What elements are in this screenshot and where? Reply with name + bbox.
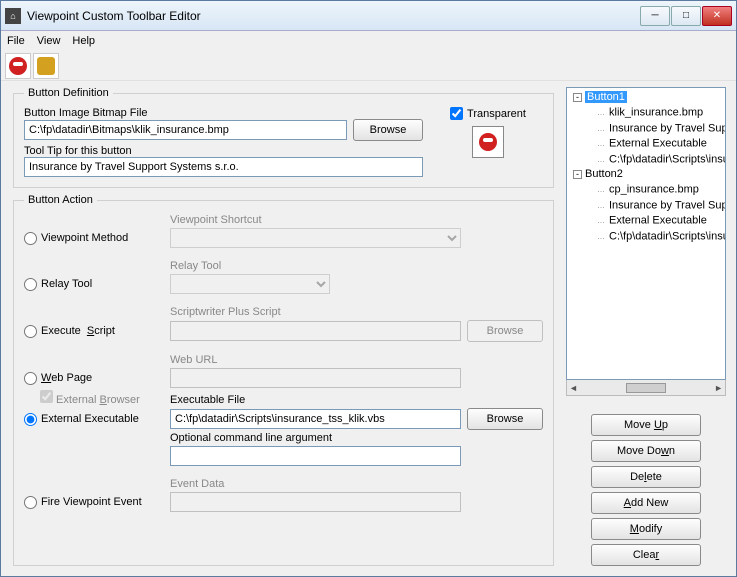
left-pane: Button Definition Button Image Bitmap Fi… (11, 87, 556, 566)
radio-relay-tool[interactable]: Relay Tool (24, 278, 164, 291)
app-window: ⌂ Viewpoint Custom Toolbar Editor ─ □ ✕ … (0, 0, 737, 577)
gold-flower-icon (37, 57, 55, 75)
add-new-button[interactable]: Add New (591, 492, 701, 514)
right-pane: -Button1klik_insurance.bmpInsurance by T… (566, 87, 726, 566)
clear-button[interactable]: Clear (591, 544, 701, 566)
event-data-label: Event Data (170, 478, 461, 490)
tree-leaf[interactable]: cp_insurance.bmp (569, 182, 723, 197)
minimize-button[interactable]: ─ (640, 6, 670, 26)
tree-leaf[interactable]: C:\fp\datadir\Scripts\insurance_tss_klik… (569, 229, 723, 244)
optional-arg-input[interactable] (170, 446, 461, 466)
web-url-label: Web URL (170, 354, 461, 366)
tree-node[interactable]: -Button1 (569, 90, 723, 105)
scroll-right-icon[interactable]: ► (714, 383, 723, 393)
transparent-checkbox[interactable] (450, 107, 463, 120)
relay-tool-label: Relay Tool (170, 260, 461, 272)
window-title: Viewpoint Custom Toolbar Editor (27, 9, 640, 23)
tree-leaf[interactable]: C:\fp\datadir\Scripts\insurance_tss_klik… (569, 152, 723, 167)
tree-hscroll[interactable]: ◄ ► (566, 380, 726, 396)
red-face-icon (9, 57, 27, 75)
app-icon: ⌂ (5, 8, 21, 24)
delete-button[interactable]: Delete (591, 466, 701, 488)
tree-node-label[interactable]: Button2 (585, 168, 623, 180)
tree-leaf[interactable]: Insurance by Travel Support Systems s.r.… (569, 121, 723, 136)
menu-help[interactable]: Help (72, 35, 95, 47)
content: Button Definition Button Image Bitmap Fi… (1, 81, 736, 576)
move-up-button[interactable]: Move Up (591, 414, 701, 436)
menu-view[interactable]: View (37, 35, 61, 47)
collapse-icon[interactable]: - (573, 93, 582, 102)
script-browse-button: Browse (467, 320, 543, 342)
action-buttons: Move Up Move Down Delete Add New Modify … (566, 414, 726, 566)
viewpoint-shortcut-select (170, 228, 461, 248)
executable-file-input[interactable] (170, 409, 461, 429)
collapse-icon[interactable]: - (573, 170, 582, 179)
move-down-button[interactable]: Move Down (591, 440, 701, 462)
toolbar-button-1[interactable] (5, 53, 31, 79)
menubar: File View Help (1, 31, 736, 51)
executable-browse-button[interactable]: Browse (467, 408, 543, 430)
titlebar: ⌂ Viewpoint Custom Toolbar Editor ─ □ ✕ (1, 1, 736, 31)
radio-external-executable[interactable]: External Executable (24, 413, 164, 426)
bitmap-preview (472, 126, 504, 158)
event-data-input (170, 492, 461, 512)
tooltip-input[interactable] (24, 157, 423, 177)
optional-arg-label: Optional command line argument (170, 432, 461, 444)
button-definition-legend: Button Definition (24, 87, 113, 99)
relay-tool-select (170, 274, 330, 294)
tree-leaf[interactable]: External Executable (569, 136, 723, 151)
button-tree[interactable]: -Button1klik_insurance.bmpInsurance by T… (566, 87, 726, 380)
button-definition-group: Button Definition Button Image Bitmap Fi… (13, 87, 554, 188)
script-input (170, 321, 461, 341)
radio-web-page[interactable]: Web Page (24, 372, 164, 385)
external-browser-checkbox-label: External Browser (40, 390, 164, 406)
close-button[interactable]: ✕ (702, 6, 732, 26)
bitmap-browse-button[interactable]: Browse (353, 119, 423, 141)
viewpoint-shortcut-label: Viewpoint Shortcut (170, 214, 461, 226)
radio-execute-script[interactable]: Execute Script (24, 325, 164, 338)
scroll-left-icon[interactable]: ◄ (569, 383, 578, 393)
bitmap-file-label: Button Image Bitmap File (24, 107, 423, 119)
scroll-thumb[interactable] (626, 383, 666, 393)
tree-leaf[interactable]: External Executable (569, 213, 723, 228)
tree-node[interactable]: -Button2 (569, 167, 723, 182)
tooltip-label: Tool Tip for this button (24, 145, 423, 157)
button-action-legend: Button Action (24, 194, 97, 206)
window-controls: ─ □ ✕ (640, 6, 732, 26)
bitmap-file-input[interactable] (24, 120, 347, 140)
maximize-button[interactable]: □ (671, 6, 701, 26)
web-url-input (170, 368, 461, 388)
tree-leaf[interactable]: klik_insurance.bmp (569, 105, 723, 120)
script-label: Scriptwriter Plus Script (170, 306, 461, 318)
transparent-checkbox-label[interactable]: Transparent (450, 107, 526, 120)
button-action-group: Button Action Viewpoint Shortcut Viewpoi… (13, 194, 554, 566)
tree-leaf[interactable]: Insurance by Travel Support Systems s.r.… (569, 198, 723, 213)
tree-node-label[interactable]: Button1 (585, 91, 627, 103)
modify-button[interactable]: Modify (591, 518, 701, 540)
radio-fire-event[interactable]: Fire Viewpoint Event (24, 496, 164, 509)
external-browser-checkbox (40, 390, 53, 403)
toolbar-button-2[interactable] (33, 53, 59, 79)
executable-file-label: Executable File (170, 394, 461, 406)
toolbar (1, 51, 736, 81)
radio-viewpoint-method[interactable]: Viewpoint Method (24, 232, 164, 245)
preview-icon (479, 133, 497, 151)
menu-file[interactable]: File (7, 35, 25, 47)
